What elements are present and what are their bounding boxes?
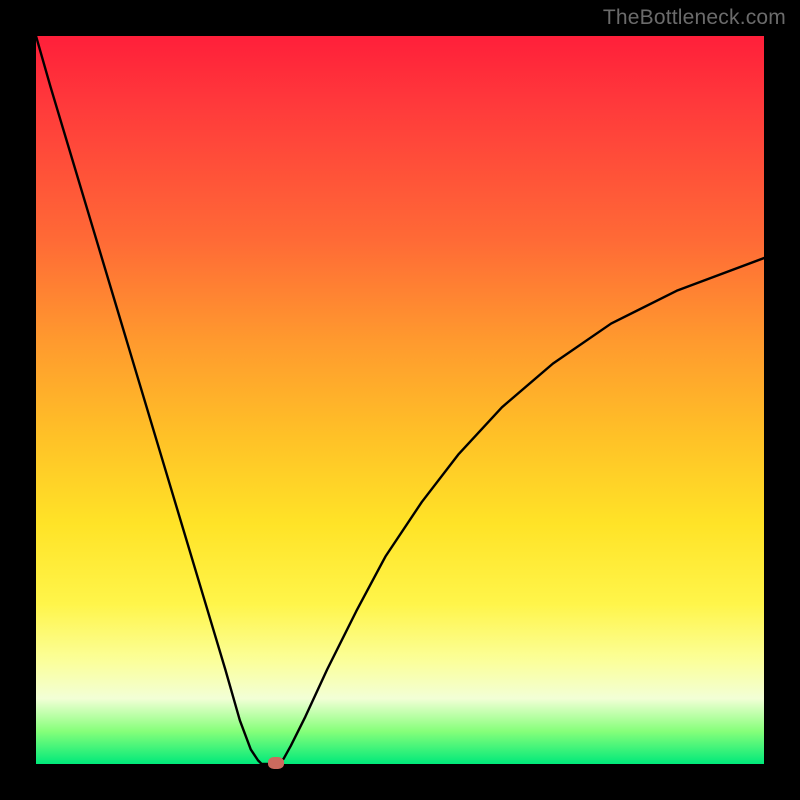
chart-frame: TheBottleneck.com bbox=[0, 0, 800, 800]
plot-area bbox=[36, 36, 764, 764]
watermark-text: TheBottleneck.com bbox=[603, 6, 786, 30]
bottleneck-curve-svg bbox=[36, 36, 764, 764]
optimal-point-marker bbox=[268, 757, 284, 769]
bottleneck-curve bbox=[36, 36, 764, 764]
